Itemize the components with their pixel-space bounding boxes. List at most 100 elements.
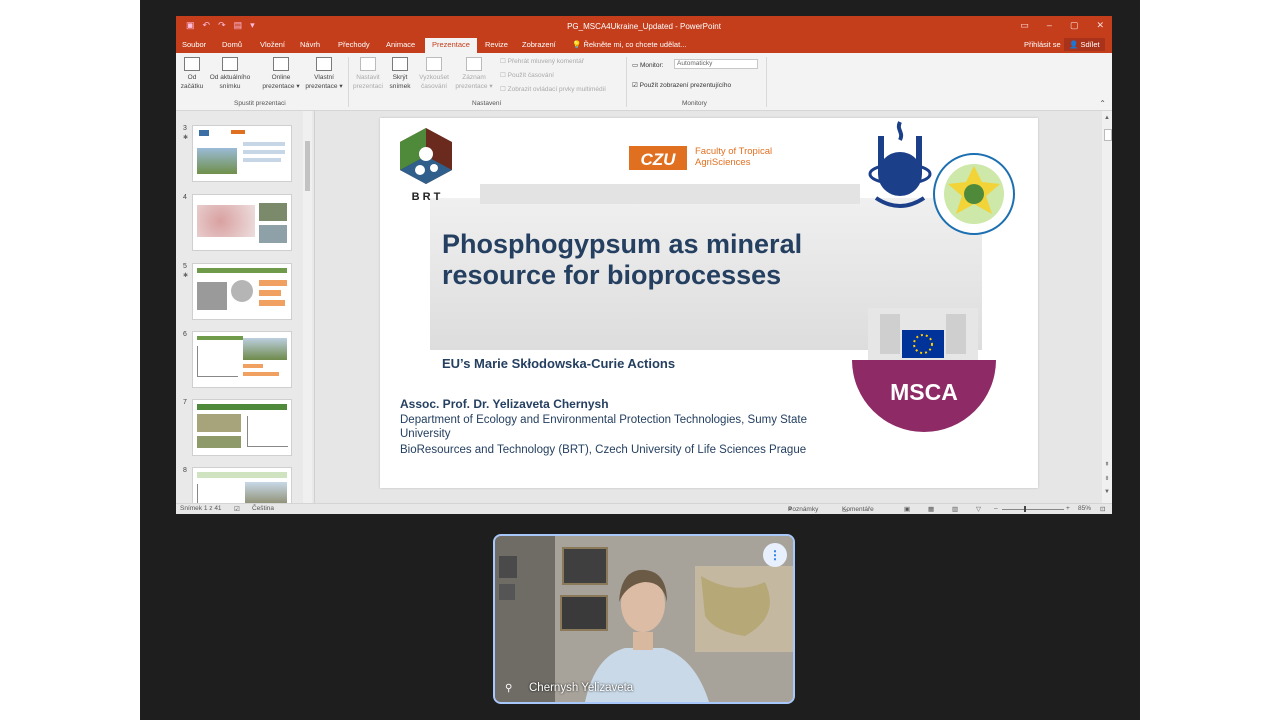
thumbnails-scrollbar[interactable] xyxy=(303,111,312,503)
rehearse-timings-button[interactable]: Vyzkoušet časování xyxy=(416,57,452,91)
tab-home[interactable]: Domů xyxy=(222,40,242,49)
maximize-icon[interactable]: ▢ xyxy=(1070,20,1079,31)
tab-animations[interactable]: Animace xyxy=(386,40,415,49)
tab-slideshow[interactable]: Prezentace xyxy=(425,38,477,53)
czu-faculty-text: Faculty of Tropical AgriSciences xyxy=(695,146,772,168)
tab-review[interactable]: Revize xyxy=(485,40,508,49)
thumbnail-preview xyxy=(192,467,292,503)
slideshow-view-icon[interactable]: ▽ xyxy=(976,505,981,513)
scrollbar-thumb[interactable] xyxy=(305,141,310,191)
online-presentation-button[interactable]: Online prezentace ▾ xyxy=(258,57,304,91)
collapse-ribbon-icon[interactable]: ⌃ xyxy=(1099,99,1106,108)
slide-scrollbar[interactable]: ▲ ⇞ ⇟ ▼ xyxy=(1102,111,1112,503)
document-title: PG_MSCA4Ukraine_Updated - PowerPoint xyxy=(567,22,721,31)
thumbnail-slide[interactable]: 4 xyxy=(180,194,310,254)
next-slide-icon[interactable]: ⇟ xyxy=(1103,475,1111,482)
sign-in-link[interactable]: Přihlásit se xyxy=(1024,40,1061,49)
spellcheck-icon[interactable]: ☑ xyxy=(234,505,240,513)
stopwatch-icon xyxy=(426,57,442,71)
slideshow-icon xyxy=(184,57,200,71)
previous-slide-icon[interactable]: ⇞ xyxy=(1103,461,1111,468)
tab-view[interactable]: Zobrazení xyxy=(522,40,556,49)
language-indicator[interactable]: Čeština xyxy=(252,505,274,512)
thumbnail-number: 4 xyxy=(183,194,187,201)
slide-subtitle[interactable]: EU’s Marie Skłodowska-Curie Actions xyxy=(442,356,675,371)
record-slideshow-button[interactable]: Záznam prezentace ▾ xyxy=(452,57,496,91)
hide-slide-icon xyxy=(392,57,408,71)
status-bar: Snímek 1 z 41 ☑ Čeština ≡ Poznámky ▭ Kom… xyxy=(176,503,1112,514)
slide-thumbnails-pane: 3 ✱ 4 5 ✱ 6 7 8 xyxy=(176,111,315,503)
ribbon-display-icon[interactable]: ▭ xyxy=(1020,20,1029,31)
thumbnail-preview xyxy=(192,331,292,388)
setup-show-button[interactable]: Nastavit prezentaci xyxy=(350,57,386,91)
participant-video-tile[interactable]: ⋮ ⚲ Chernysh Yelizaveta xyxy=(493,534,795,704)
from-start-button[interactable]: Od začátku xyxy=(180,57,204,91)
tell-me-box[interactable]: 💡 Řekněte mi, co chcete udělat... xyxy=(572,40,686,49)
tab-file[interactable]: Soubor xyxy=(182,40,206,49)
fit-slide-icon[interactable]: ⊡ xyxy=(1100,505,1105,513)
presenter-view-checkbox[interactable]: ☑ Použít zobrazení prezentujícího xyxy=(632,81,731,89)
hide-label-1: Skrýt xyxy=(392,74,408,81)
zoom-level[interactable]: 85% xyxy=(1078,505,1091,512)
from-current-label-2: snímku xyxy=(219,83,241,90)
affiliation-czu[interactable]: BioResources and Technology (BRT), Czech… xyxy=(400,443,820,457)
brt-label: B R T xyxy=(412,191,441,203)
custom-show-icon xyxy=(316,57,332,71)
online-label-2: prezentace ▾ xyxy=(262,83,300,90)
slide-counter: Snímek 1 z 41 xyxy=(180,505,222,512)
tab-insert[interactable]: Vložení xyxy=(260,40,285,49)
title-bar: ▣ ↶ ↷ ▤ ▾ PG_MSCA4Ukraine_Updated - Powe… xyxy=(176,16,1112,37)
slide-title-line-2: resource for bioprocesses xyxy=(442,260,782,290)
tab-transitions[interactable]: Přechody xyxy=(338,40,370,49)
thumbnail-preview xyxy=(192,194,292,251)
hide-label-2: snímek xyxy=(389,83,411,90)
affiliation-sumy[interactable]: Department of Ecology and Environmental … xyxy=(400,413,820,441)
thumbnail-slide[interactable]: 5 ✱ xyxy=(180,263,310,323)
play-narrations-checkbox[interactable]: ☐ Přehrát mluvený komentář xyxy=(500,57,584,65)
slide-editing-area: B R T CZU Faculty of Tropical AgriScienc… xyxy=(315,111,1103,503)
from-current-button[interactable]: Od aktuálního snímku xyxy=(206,57,254,91)
group-setup-label: Nastavení xyxy=(472,100,502,107)
hide-slide-button[interactable]: Skrýt snímek xyxy=(386,57,414,91)
tab-design[interactable]: Návrh xyxy=(300,40,320,49)
zoom-slider-handle[interactable] xyxy=(1024,506,1026,512)
minimize-icon[interactable]: – xyxy=(1047,20,1052,31)
thumbnail-preview xyxy=(192,399,292,456)
thumbnail-slide[interactable]: 3 ✱ xyxy=(180,125,310,185)
thumbnail-number: 3 xyxy=(183,125,187,132)
monitor-select[interactable]: Automaticky xyxy=(674,59,758,69)
current-slide[interactable]: B R T CZU Faculty of Tropical AgriScienc… xyxy=(380,118,1038,488)
scroll-down-icon[interactable]: ▼ xyxy=(1103,489,1111,495)
show-media-controls-checkbox[interactable]: ☐ Zobrazit ovládací prvky multimédií xyxy=(500,85,606,93)
slide-sorter-icon[interactable]: ▦ xyxy=(928,505,934,513)
thumbnail-slide[interactable]: 8 xyxy=(180,467,310,503)
reading-view-icon[interactable]: ▥ xyxy=(952,505,958,513)
zoom-in-icon[interactable]: + xyxy=(1066,505,1070,512)
scroll-up-icon[interactable]: ▲ xyxy=(1103,115,1111,123)
share-button[interactable]: 👤 Sdílet xyxy=(1064,38,1105,51)
czu-text-line-1: Faculty of Tropical xyxy=(695,146,773,157)
ribbon: Od začátku Od aktuálního snímku Online p… xyxy=(176,53,1112,111)
zoom-out-icon[interactable]: – xyxy=(994,505,998,512)
thumbnail-slide[interactable]: 6 xyxy=(180,331,310,391)
scrollbar-thumb[interactable] xyxy=(1104,129,1112,141)
slide-title[interactable]: Phosphogypsum as mineral resource for bi… xyxy=(442,229,802,291)
author-name[interactable]: Assoc. Prof. Dr. Yelizaveta Chernysh xyxy=(400,397,609,411)
from-start-label-2: začátku xyxy=(180,83,204,90)
ribbon-tabs: Soubor Domů Vložení Návrh Přechody Anima… xyxy=(176,37,1112,53)
lightbulb-icon: 💡 xyxy=(572,40,582,49)
tell-me-text: Řekněte mi, co chcete udělat... xyxy=(583,40,687,49)
rehearse-label-1: Vyzkoušet xyxy=(419,74,449,81)
from-start-label-1: Od xyxy=(187,74,197,81)
thumbnail-slide[interactable]: 7 xyxy=(180,399,310,459)
use-timings-checkbox[interactable]: ☐ Použít časování xyxy=(500,71,554,79)
participant-name: Chernysh Yelizaveta xyxy=(529,682,634,694)
zoom-slider[interactable] xyxy=(1002,509,1064,510)
normal-view-icon[interactable]: ▣ xyxy=(904,505,910,513)
pin-icon[interactable]: ⚲ xyxy=(505,683,512,694)
close-icon[interactable]: ✕ xyxy=(1096,20,1104,31)
setup-icon xyxy=(360,57,376,71)
group-divider xyxy=(348,57,349,107)
group-divider xyxy=(766,57,767,107)
custom-show-button[interactable]: Vlastní prezentace ▾ xyxy=(302,57,346,91)
